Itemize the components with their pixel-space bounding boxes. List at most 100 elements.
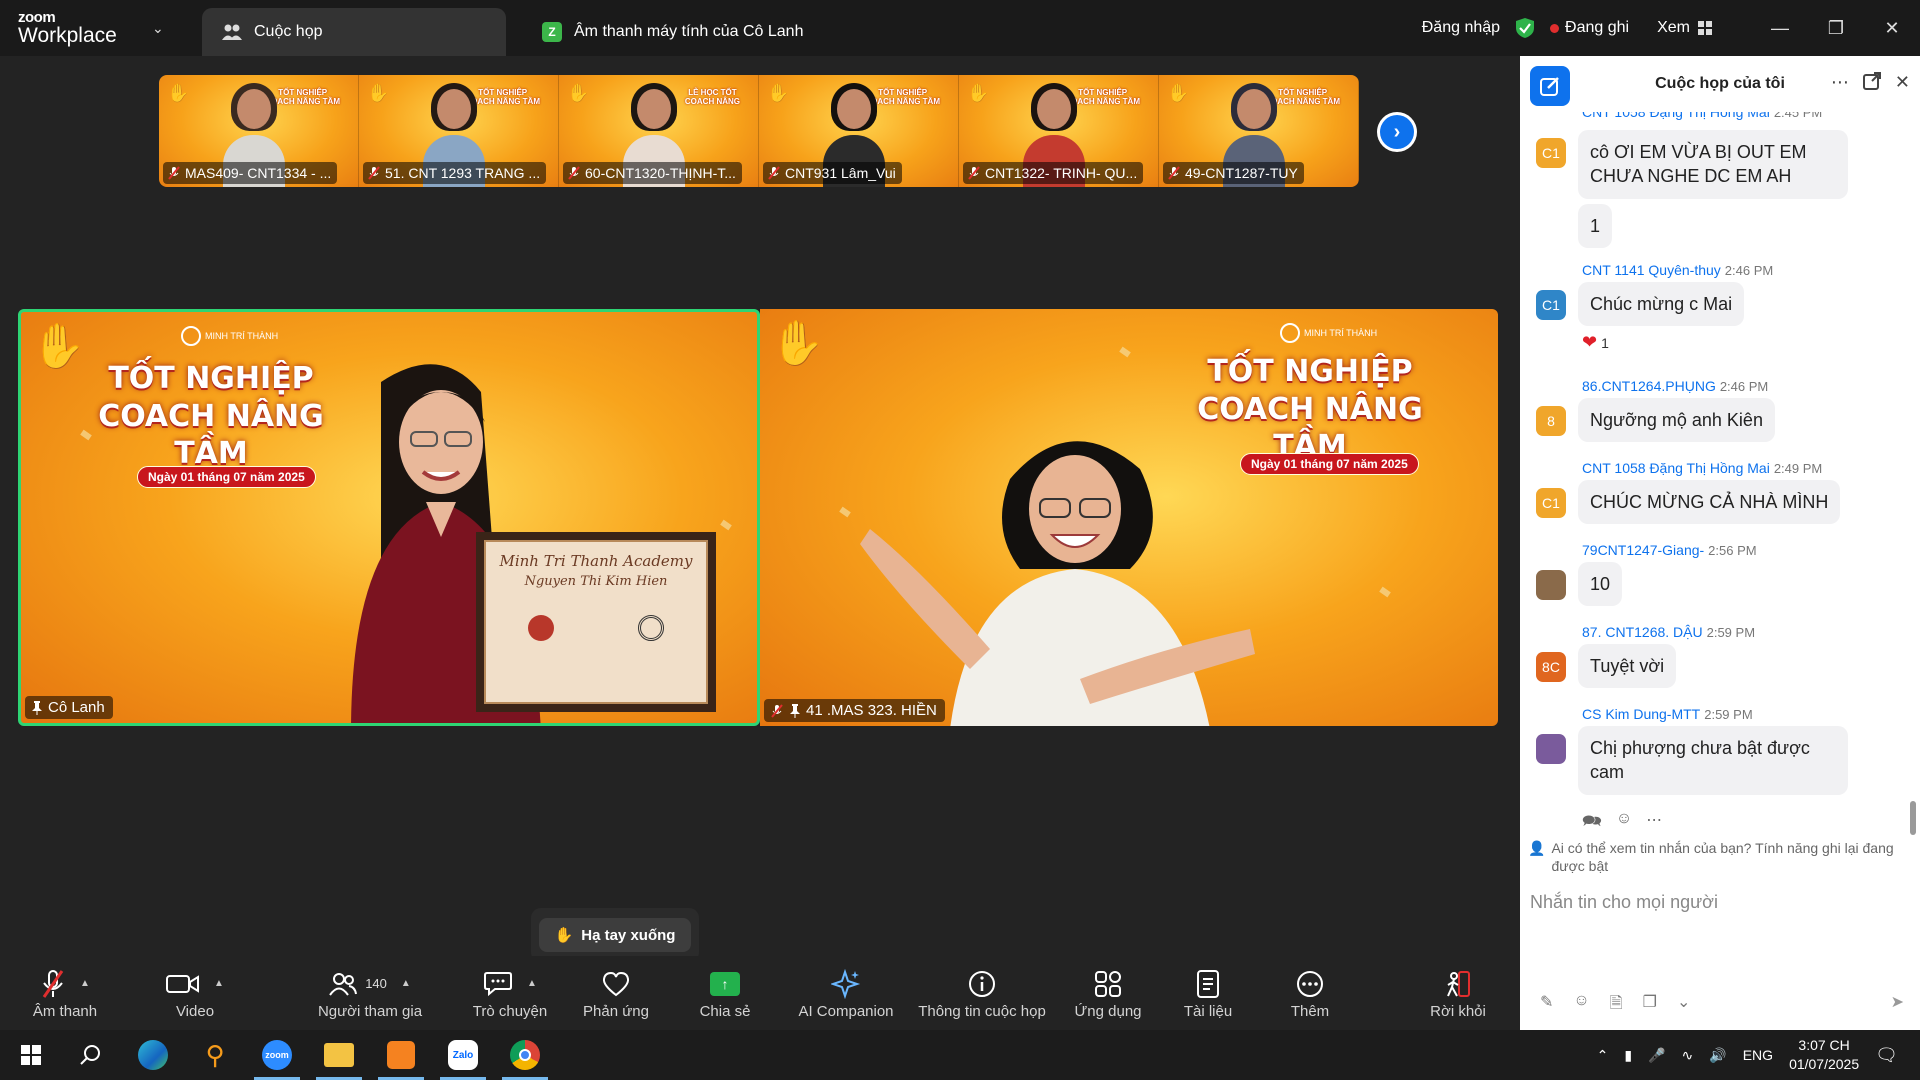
message-bubble[interactable]: 1 (1578, 204, 1613, 249)
avatar[interactable] (1536, 734, 1566, 764)
edge-app[interactable] (124, 1030, 182, 1080)
message-bubble[interactable]: Chúc mừng c Mai (1578, 282, 1745, 327)
zalo-app[interactable]: Zalo (434, 1030, 492, 1080)
avatar[interactable] (1536, 570, 1566, 600)
chrome-app[interactable] (496, 1030, 554, 1080)
avatar[interactable]: 8 (1536, 406, 1566, 436)
reply-icon[interactable]: 🗪 (1582, 810, 1602, 837)
message-sender[interactable]: CS Kim Dung-MTT 2:59 PM (1582, 706, 1753, 722)
compose-button[interactable] (1530, 66, 1570, 106)
video-tile-active-speaker[interactable]: ✋ MINH TRÍ THÀNH TỐT NGHIỆP COACH NÂNG T… (18, 309, 760, 726)
message-sender[interactable]: CNT 1058 Đặng Thị Hồng Mai 2:45 PM (1582, 112, 1822, 120)
message-sender[interactable]: 86.CNT1264.PHỤNG 2:46 PM (1582, 378, 1768, 394)
message-bubble[interactable]: CHÚC MỪNG CẢ NHÀ MÌNH (1578, 480, 1841, 525)
message-bubble[interactable]: Ngưỡng mộ anh Kiên (1578, 398, 1775, 443)
reaction-badge[interactable]: ❤ 1 (1582, 332, 1609, 353)
shield-check-icon[interactable] (1514, 17, 1536, 39)
chevron-up-icon[interactable]: ▲ (401, 978, 411, 989)
file-icon[interactable]: 🗎 (1610, 992, 1623, 1019)
privacy-icon[interactable]: 👤 (1528, 840, 1545, 875)
participant-nameplate: 60-CNT1320-THỊNH-T... (563, 162, 742, 184)
gallery-tile[interactable]: ✋ TỐT NGHIỆP COACH NÂNG TẦM CNT1322- TRINH… (959, 75, 1159, 187)
reactions-button[interactable]: Phản ứng (576, 956, 656, 1030)
chevron-down-icon[interactable]: ⌄ (152, 20, 164, 37)
battery-icon[interactable]: ▮ (1624, 1047, 1632, 1064)
chat-panel: Cuộc họp của tôi ⋯ ✕ CNT 1058 Đặng Thị H… (1520, 56, 1920, 1030)
more-options-icon[interactable]: ⋯ (1646, 810, 1662, 837)
message-sender[interactable]: CNT 1058 Đặng Thị Hồng Mai 2:49 PM (1582, 460, 1822, 476)
pop-out-icon[interactable] (1862, 72, 1881, 90)
notification-icon[interactable]: 🗨 (1875, 1045, 1898, 1066)
format-icon[interactable]: ✎ (1540, 992, 1553, 1019)
chat-message[interactable]: CS Kim Dung-MTT 2:59 PM Chị phượng chưa bậ… (1520, 706, 1910, 834)
more-button[interactable]: Thêm (1280, 956, 1340, 1030)
volume-icon[interactable]: 🔊 (1709, 1047, 1726, 1064)
recording-indicator[interactable]: Đang ghi (1550, 19, 1629, 37)
office-app[interactable] (372, 1030, 430, 1080)
screenshot-icon[interactable]: ❐ (1643, 992, 1657, 1019)
participants-button[interactable]: 140 ▲ Người tham gia (312, 956, 428, 1030)
video-button[interactable]: ▲ Video (150, 956, 240, 1030)
avatar[interactable]: 8C (1536, 652, 1566, 682)
close-icon[interactable]: ✕ (1864, 0, 1920, 56)
zoom-logo[interactable]: zoom Workplace (18, 10, 117, 46)
wifi-icon[interactable]: ∿ (1682, 1047, 1694, 1064)
ai-companion-button[interactable]: AI Companion (796, 956, 896, 1030)
search-button[interactable] (62, 1030, 120, 1080)
clock[interactable]: 3:07 CH 01/07/2025 (1789, 1036, 1859, 1074)
avatar[interactable]: C1 (1536, 290, 1566, 320)
zoom-app[interactable]: zoom (248, 1030, 306, 1080)
message-sender[interactable]: 87. CNT1268. DẬU 2:59 PM (1582, 624, 1755, 640)
file-explorer-app[interactable] (310, 1030, 368, 1080)
language-indicator[interactable]: ENG (1743, 1047, 1773, 1063)
message-bubble[interactable]: Tuyệt vời (1578, 644, 1677, 689)
chevron-up-icon[interactable]: ⌃ (1597, 1047, 1609, 1064)
emoji-icon[interactable]: ☺ (1573, 992, 1589, 1019)
minimize-icon[interactable]: — (1752, 0, 1808, 56)
close-icon[interactable]: ✕ (1895, 72, 1910, 93)
next-page-button[interactable]: › (1377, 112, 1417, 152)
chat-message[interactable]: CNT 1141 Quyên-thuy 2:46 PM C1 Chúc mừng c … (1520, 262, 1910, 390)
restore-icon[interactable]: ❐ (1808, 0, 1864, 56)
chevron-down-icon[interactable]: ⌄ (1677, 992, 1690, 1019)
chat-message[interactable]: CNT 1058 Đặng Thị Hồng Mai 2:45 PM C1 cô ƠI… (1520, 112, 1910, 249)
gallery-tile[interactable]: ✋ TỐT NGHIỆP COACH NÂNG TẦM CNT931 Lâm_Vui (759, 75, 959, 187)
leave-button[interactable]: Rời khỏi (1420, 956, 1496, 1030)
chat-button[interactable]: ▲ Trò chuyện (466, 956, 554, 1030)
chevron-up-icon[interactable]: ▲ (214, 978, 224, 989)
search-app[interactable]: ⚲ (186, 1030, 244, 1080)
gallery-tile[interactable]: ✋ TỐT NGHIỆP COACH NÂNG TẦM 51. CNT 1293 T… (359, 75, 559, 187)
avatar[interactable]: C1 (1536, 138, 1566, 168)
start-button[interactable] (2, 1030, 60, 1080)
chat-input[interactable]: Nhắn tin cho mọi người (1530, 884, 1910, 924)
sign-in-link[interactable]: Đăng nhập (1422, 19, 1500, 37)
chevron-up-icon[interactable]: ▲ (80, 978, 90, 989)
message-bubble[interactable]: 10 (1578, 562, 1623, 607)
video-tile-participant[interactable]: ✋ MINH TRÍ THÀNH TỐT NGHIỆP COACH NÂNG T… (760, 309, 1498, 726)
send-icon[interactable]: ➤ (1891, 992, 1904, 1012)
message-bubble[interactable]: Chị phượng chưa bật được cam (1578, 726, 1848, 795)
message-sender[interactable]: 79CNT1247-Giang- 2:56 PM (1582, 542, 1757, 558)
tab-computer-audio[interactable]: Z Âm thanh máy tính của Cô Lanh (522, 8, 823, 56)
microphone-icon[interactable]: 🎤 (1648, 1047, 1665, 1064)
tab-meeting[interactable]: Cuộc họp (202, 8, 506, 56)
message-sender[interactable]: CNT 1141 Quyên-thuy 2:46 PM (1582, 262, 1773, 278)
gallery-tile[interactable]: ✋ LỄ HỌC TỐT COACH NÂNG 60-CNT1320-THỊNH-T… (559, 75, 759, 187)
message-bubble[interactable]: cô ƠI EM VỪA BỊ OUT EM CHƯA NGHE DC EM A… (1578, 130, 1848, 199)
audio-button[interactable]: ▲ Âm thanh (22, 956, 108, 1030)
chat-scrollbar[interactable] (1910, 801, 1916, 835)
share-button[interactable]: ↑ Chia sẻ (690, 956, 760, 1030)
avatar[interactable]: C1 (1536, 488, 1566, 518)
emoji-reaction-icon[interactable]: ☺ (1616, 810, 1632, 837)
gallery-tile[interactable]: ✋ TỐT NGHIỆP COACH NÂNG TẦM MAS409- CNT133… (159, 75, 359, 187)
zalo-badge-icon: Z (542, 22, 562, 42)
lower-hand-button[interactable]: ✋ Hạ tay xuống (538, 918, 692, 952)
chevron-up-icon[interactable]: ▲ (527, 978, 537, 989)
view-button[interactable]: Xem (1657, 19, 1712, 37)
docs-button[interactable]: Tài liệu (1178, 956, 1238, 1030)
meeting-info-button[interactable]: Thông tin cuộc họp (914, 956, 1050, 1030)
gallery-tile[interactable]: ✋ TỐT NGHIỆP COACH NÂNG TẦM 49-CNT1287-TUY (1159, 75, 1359, 187)
more-options-icon[interactable]: ⋯ (1831, 72, 1849, 93)
apps-button[interactable]: Ứng dụng (1070, 956, 1146, 1030)
chat-messages[interactable]: CNT 1058 Đặng Thị Hồng Mai 2:45 PM C1 cô ƠI… (1520, 112, 1920, 872)
